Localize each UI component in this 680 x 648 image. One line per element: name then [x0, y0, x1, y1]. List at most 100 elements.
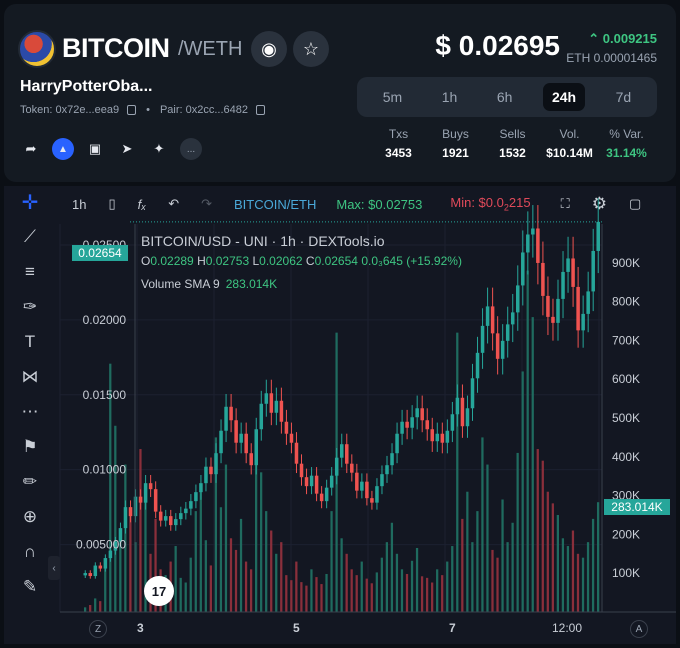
twitter-icon[interactable]: ✦: [148, 138, 170, 160]
volume-bar: [239, 518, 243, 612]
candle-body: [430, 429, 435, 442]
candle-body: [375, 486, 379, 503]
volume-bar: [451, 546, 454, 612]
zoom-reset-button[interactable]: Z: [89, 620, 107, 638]
share-icon[interactable]: ➦: [20, 138, 42, 160]
tab-1h[interactable]: 1h: [433, 83, 467, 111]
time-tick-label: 5: [293, 621, 300, 635]
volume-bar: [596, 502, 600, 612]
candle-body: [329, 475, 334, 488]
candle-body: [345, 444, 349, 464]
candle-body: [385, 465, 389, 475]
volume-bar: [139, 449, 142, 612]
volume-bar: [179, 577, 182, 612]
copy-pair-icon[interactable]: [256, 105, 265, 115]
volume-bar: [556, 515, 560, 612]
candle-body: [420, 408, 424, 421]
social-links: ➦ ▲ ▣ ➤ ✦ ...: [20, 138, 202, 160]
volume-tick-label: 900K: [612, 256, 640, 270]
candle-body: [480, 325, 485, 353]
volume-bar: [174, 546, 177, 612]
volume-bar: [536, 449, 539, 612]
candle-body: [304, 477, 309, 487]
candle-body: [168, 516, 173, 526]
more-icon[interactable]: ...: [180, 138, 202, 160]
volume-bar: [531, 317, 534, 612]
candle-body: [415, 408, 419, 418]
candle-body: [591, 250, 595, 292]
candle-body: [234, 420, 238, 443]
candle-body: [93, 565, 98, 577]
collapse-toolbar-button[interactable]: ‹: [48, 556, 60, 580]
volume-bar: [581, 557, 585, 612]
volume-bar: [280, 542, 283, 612]
candle-body: [184, 508, 188, 514]
price-tick-label: 0.01500: [83, 388, 127, 402]
volume-bar: [184, 582, 187, 612]
candle-body: [405, 421, 409, 428]
volume-bar: [199, 491, 202, 612]
monitor-icon[interactable]: ▣: [84, 138, 106, 160]
telegram-icon[interactable]: ➤: [116, 138, 138, 160]
candle-body: [244, 433, 248, 454]
last-price-tag: 0.02654: [72, 245, 128, 261]
volume-bar: [461, 518, 464, 612]
tab-5m[interactable]: 5m: [374, 83, 411, 111]
volume-bar: [209, 565, 212, 612]
volume-bar: [591, 518, 595, 612]
volume-bar: [194, 511, 197, 612]
pair-quote: /WETH: [178, 38, 243, 60]
tab-6h[interactable]: 6h: [488, 83, 522, 111]
favorite-button[interactable]: ☆: [293, 31, 329, 67]
candle-body: [98, 565, 103, 569]
candle-body: [435, 433, 440, 442]
volume-bar: [219, 507, 223, 612]
candle-body: [485, 306, 490, 326]
volume-bar: [420, 576, 424, 612]
candle-body: [455, 397, 460, 415]
volume-bar: [546, 491, 549, 612]
auto-scale-button[interactable]: A: [630, 620, 648, 638]
candle-body: [510, 312, 515, 325]
volume-bar: [425, 577, 429, 612]
volume-bar: [285, 575, 288, 612]
volume-bar: [355, 575, 358, 612]
volume-bar: [441, 575, 444, 612]
tradingview-logo[interactable]: 17: [144, 576, 174, 606]
candle-body: [521, 252, 525, 286]
binoculars-button[interactable]: ◉: [251, 31, 287, 67]
candle-body: [289, 433, 294, 443]
candle-body: [526, 234, 530, 253]
candle-body: [546, 295, 550, 317]
candle-body: [576, 286, 580, 331]
volume-legend: Volume SMA 9 283.014K: [141, 277, 278, 291]
volume-bar: [496, 557, 499, 612]
tab-7d[interactable]: 7d: [607, 83, 641, 111]
candle-body: [199, 483, 203, 493]
dextools-icon[interactable]: ▲: [52, 138, 74, 160]
volume-bar: [365, 578, 368, 612]
volume-bar: [99, 601, 102, 612]
candle-body: [596, 221, 600, 251]
volume-bar: [526, 270, 529, 612]
candle-body: [581, 313, 585, 331]
stat-txs: Txs 3453: [385, 127, 412, 160]
volume-bar: [571, 530, 575, 612]
volume-bar: [456, 332, 459, 612]
volume-bar: [436, 569, 439, 612]
copy-token-icon[interactable]: [127, 105, 137, 115]
tab-24h[interactable]: 24h: [542, 83, 586, 111]
volume-bar: [566, 546, 570, 612]
volume-bar: [345, 553, 348, 612]
volume-bar: [385, 542, 389, 612]
volume-bar: [89, 605, 92, 612]
candle-body: [370, 498, 374, 503]
candle-body: [259, 403, 264, 430]
volume-bar: [360, 561, 363, 612]
volume-bar: [129, 511, 132, 612]
candle-body: [179, 513, 183, 520]
volume-bar: [491, 549, 494, 612]
price-change: ⌃ 0.009215: [588, 31, 657, 46]
volume-bar: [576, 553, 580, 612]
volume-bar: [506, 542, 509, 612]
